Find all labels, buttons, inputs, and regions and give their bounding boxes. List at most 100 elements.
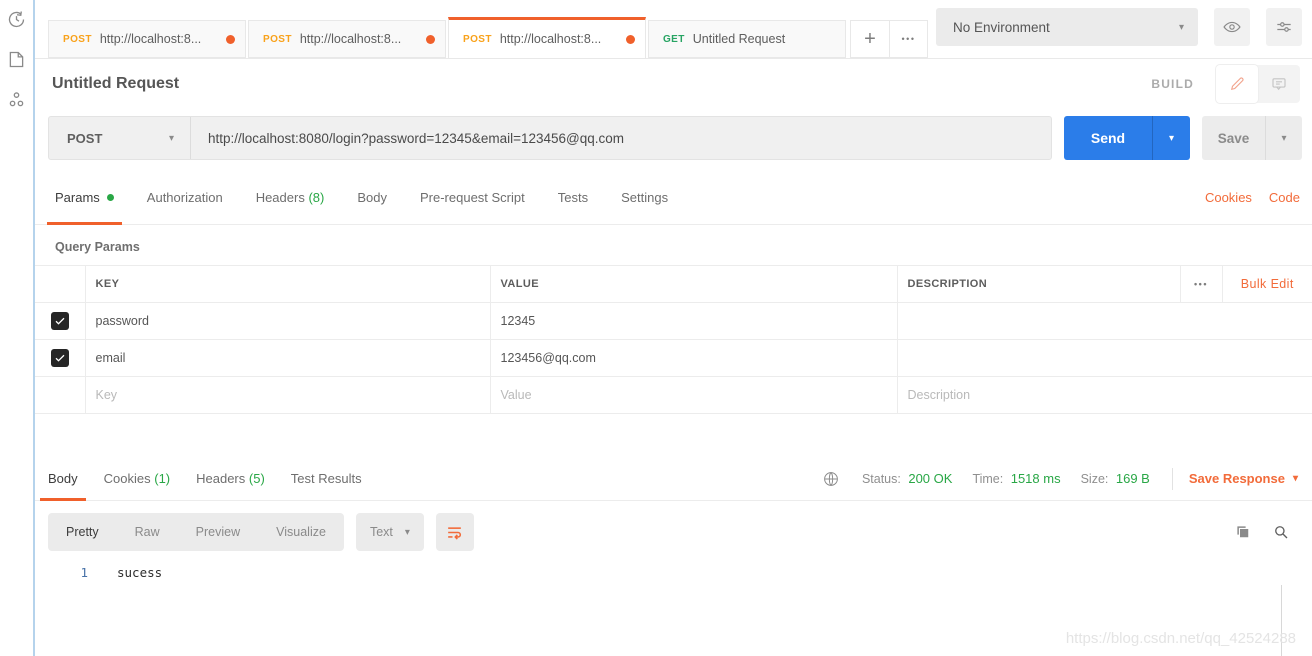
response-text: sucess: [117, 565, 163, 580]
size-label: Size:: [1080, 472, 1109, 486]
params-active-dot-icon: [106, 194, 114, 201]
status-value: 200 OK: [908, 471, 953, 486]
param-value-cell[interactable]: 12345: [490, 302, 898, 340]
tab-params[interactable]: Params: [47, 171, 122, 225]
request-title[interactable]: Untitled Request: [52, 75, 179, 93]
tab-tests[interactable]: Tests: [558, 171, 588, 224]
api-network-icon[interactable]: [6, 89, 27, 110]
pencil-icon: [1230, 77, 1244, 91]
sliders-icon: [1277, 22, 1291, 32]
param-key-cell[interactable]: email: [85, 339, 491, 377]
time-label: Time:: [972, 472, 1004, 486]
save-options-button[interactable]: ▾: [1265, 116, 1302, 160]
cookies-link[interactable]: Cookies: [1205, 190, 1252, 205]
environment-settings-button[interactable]: [1266, 8, 1302, 46]
header-key: KEY: [85, 265, 491, 303]
status-pair: Status: 200 OK: [862, 471, 953, 486]
bulk-edit-link[interactable]: Bulk Edit: [1222, 265, 1312, 303]
send-button-group: Send ▾: [1064, 116, 1190, 160]
param-description-input[interactable]: Description: [897, 376, 1312, 414]
request-tab-1[interactable]: POST http://localhost:8...: [48, 20, 246, 58]
cookies-count: (1): [154, 471, 171, 486]
url-input[interactable]: http://localhost:8080/login?password=123…: [191, 117, 1051, 159]
copy-response-button[interactable]: [1234, 523, 1252, 541]
param-value-cell[interactable]: 123456@qq.com: [490, 339, 898, 377]
tab-params-label: Params: [55, 190, 100, 205]
unsaved-dot-icon: [426, 34, 435, 44]
history-icon[interactable]: [6, 9, 27, 30]
request-tab-2[interactable]: POST http://localhost:8...: [248, 20, 446, 58]
text-wrap-icon: [448, 526, 462, 540]
search-response-button[interactable]: [1272, 523, 1290, 541]
tab-title: http://localhost:8...: [299, 32, 402, 46]
left-icon-sidebar: [0, 0, 35, 656]
table-row: email 123456@qq.com: [35, 339, 1312, 377]
headers-count: (5): [248, 471, 265, 486]
param-key-input[interactable]: Key: [85, 376, 491, 414]
param-value-input[interactable]: Value: [490, 376, 898, 414]
view-pretty[interactable]: Pretty: [48, 513, 117, 551]
response-format-select[interactable]: Text ▾: [355, 513, 424, 551]
tab-options-button[interactable]: •••: [889, 21, 927, 57]
environment-select[interactable]: No Environment ▾: [936, 8, 1198, 46]
code-link[interactable]: Code: [1269, 190, 1300, 205]
save-response-button[interactable]: Save Response ▾: [1189, 471, 1298, 486]
response-view-group: Pretty Raw Preview Visualize: [48, 513, 344, 551]
response-meta: Status: 200 OK Time: 1518 ms Size: 169 B…: [822, 467, 1298, 490]
row-checkbox-cell: [35, 302, 86, 340]
response-tab-headers[interactable]: Headers (5): [196, 457, 265, 500]
format-value: Text: [369, 525, 393, 539]
request-header: Untitled Request BUILD: [35, 59, 1312, 109]
environment-quick-look-button[interactable]: [1214, 8, 1250, 46]
view-visualize[interactable]: Visualize: [258, 513, 344, 551]
unsaved-dot-icon: [226, 34, 235, 44]
edit-request-button[interactable]: [1216, 65, 1258, 103]
tab-authorization[interactable]: Authorization: [147, 171, 223, 224]
send-button[interactable]: Send: [1064, 116, 1152, 160]
query-params-title: Query Params: [55, 240, 140, 254]
save-button[interactable]: Save: [1202, 116, 1265, 160]
param-description-cell[interactable]: [897, 339, 1312, 377]
send-options-button[interactable]: ▾: [1152, 116, 1190, 160]
response-tab-cookies[interactable]: Cookies (1): [104, 457, 170, 500]
response-toolbar-right: [1234, 523, 1290, 541]
tab-actions: + •••: [850, 20, 928, 58]
checkbox-checked[interactable]: [50, 349, 69, 367]
params-more-button[interactable]: •••: [1179, 265, 1223, 303]
size-pair: Size: 169 B: [1081, 471, 1150, 486]
request-tab-3-active[interactable]: POST http://localhost:8...: [448, 17, 646, 59]
table-placeholder-row: Key Value Description: [35, 376, 1312, 414]
build-mode-label: BUILD: [1151, 77, 1194, 91]
watermark-text: https://blog.csdn.net/qq_42524288: [1065, 630, 1296, 647]
new-tab-button[interactable]: +: [851, 21, 889, 57]
response-tab-test-results[interactable]: Test Results: [291, 457, 362, 500]
table-row: password 12345: [35, 302, 1312, 340]
tab-title: Untitled Request: [692, 32, 786, 46]
collections-file-icon[interactable]: [6, 49, 27, 70]
tab-headers[interactable]: Headers (8): [256, 171, 325, 224]
url-builder-row: POST ▾ http://localhost:8080/login?passw…: [35, 109, 1312, 171]
main-content: POST http://localhost:8... POST http://l…: [35, 0, 1312, 656]
method-badge: POST: [63, 33, 92, 45]
wrap-text-button[interactable]: [435, 513, 474, 551]
request-tab-4[interactable]: GET Untitled Request: [648, 20, 846, 58]
globe-icon[interactable]: [822, 470, 840, 488]
http-method-select[interactable]: POST ▾: [49, 117, 191, 159]
tab-settings[interactable]: Settings: [621, 171, 668, 224]
more-options-icon: •••: [901, 34, 916, 44]
more-options-icon: •••: [1194, 279, 1208, 289]
comment-button[interactable]: [1258, 65, 1300, 103]
response-tab-body[interactable]: Body: [40, 457, 86, 501]
headers-label: Headers: [196, 471, 246, 486]
view-preview[interactable]: Preview: [178, 513, 258, 551]
tab-prerequest-script[interactable]: Pre-request Script: [420, 171, 525, 224]
postman-app: POST http://localhost:8... POST http://l…: [0, 0, 1312, 656]
param-description-cell[interactable]: [897, 302, 1312, 340]
param-key-cell[interactable]: password: [85, 302, 491, 340]
size-value: 169 B: [1115, 471, 1150, 486]
view-raw[interactable]: Raw: [117, 513, 178, 551]
tab-body[interactable]: Body: [357, 171, 387, 224]
checkbox-checked[interactable]: [50, 312, 69, 330]
headers-count: (8): [308, 190, 325, 205]
